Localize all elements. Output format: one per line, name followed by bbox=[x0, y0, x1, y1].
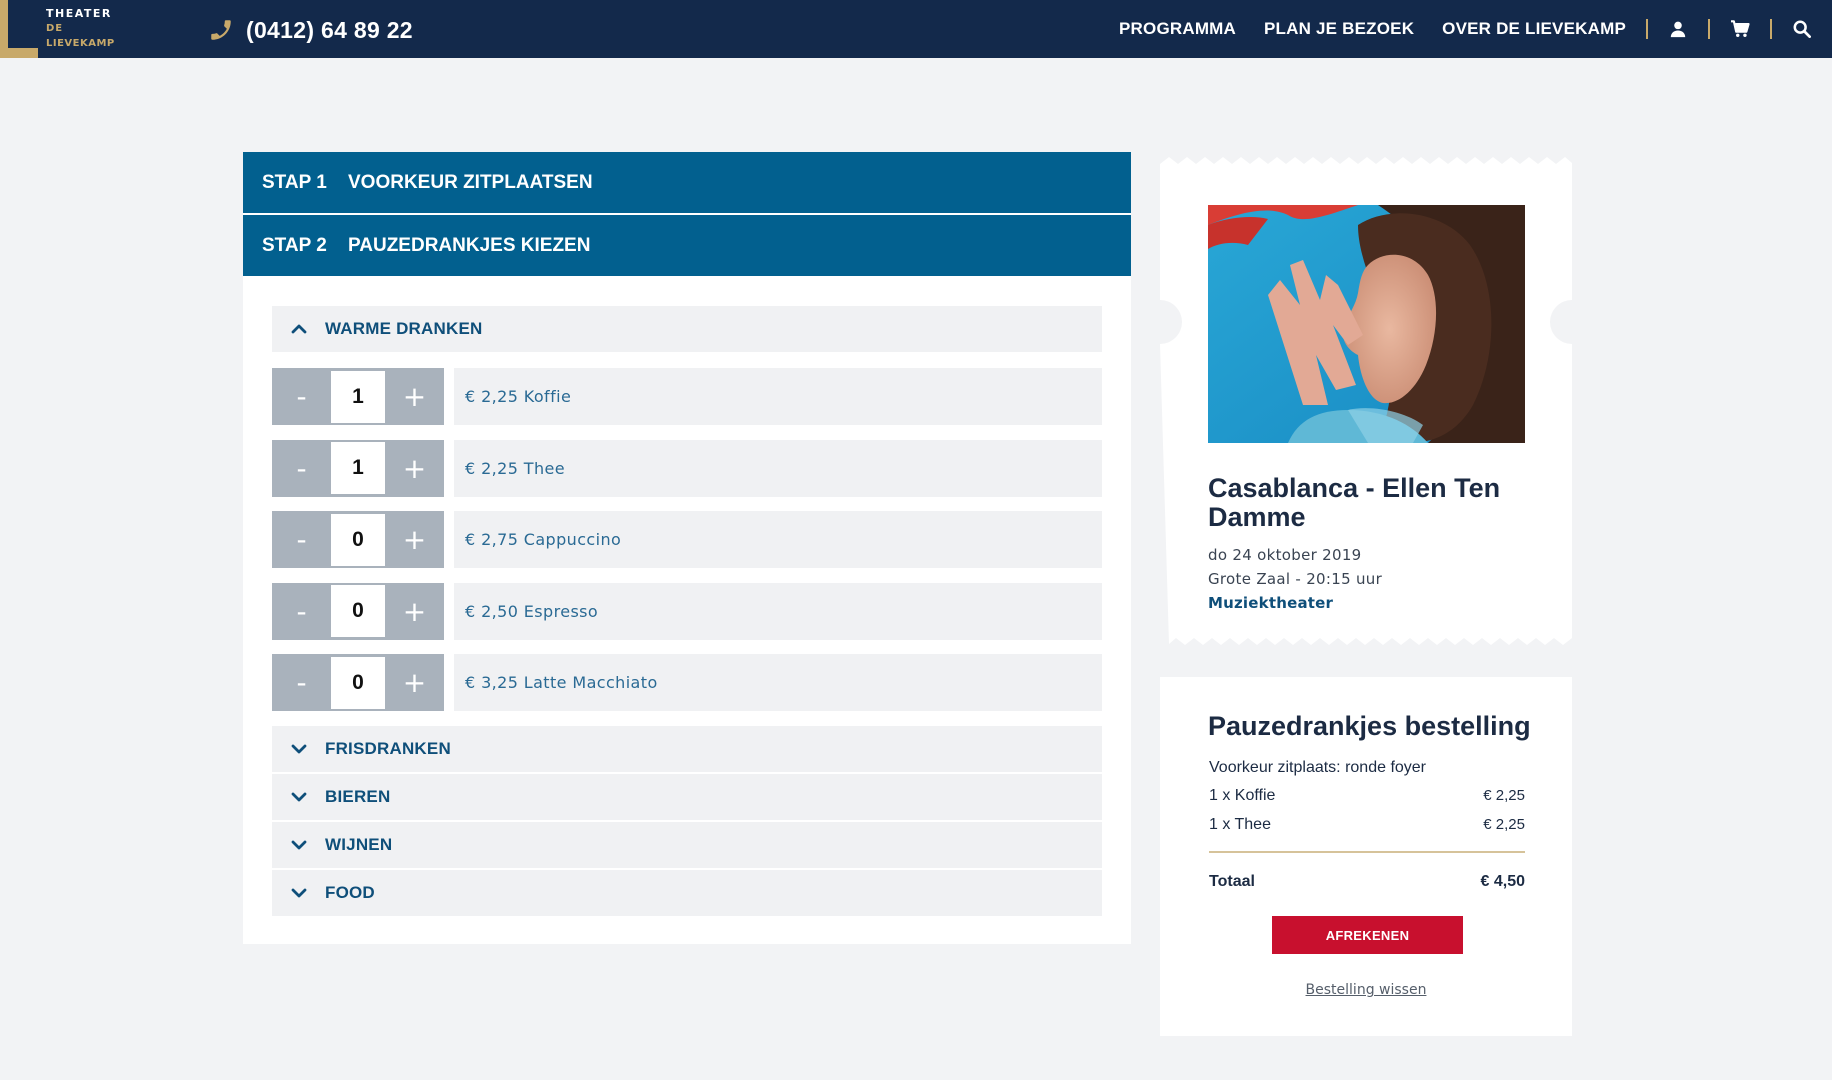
event-genre[interactable]: Muziektheater bbox=[1208, 594, 1333, 612]
quantity-field[interactable]: 1 bbox=[331, 442, 385, 494]
quantity-field[interactable]: 0 bbox=[331, 585, 385, 637]
drink-label: € 2,50 Espresso bbox=[454, 582, 1102, 640]
logo-line-1: THEATER bbox=[46, 7, 112, 20]
top-navigation-bar: THEATER DE LIEVEKAMP (0412) 64 89 22 PRO… bbox=[0, 0, 1832, 58]
step-number: STAP 1 bbox=[262, 171, 327, 193]
category-frisdranken[interactable]: FRISDRANKEN bbox=[272, 726, 1102, 772]
category-wijnen[interactable]: WIJNEN bbox=[272, 822, 1102, 868]
step-1-header[interactable]: STAP 1 VOORKEUR ZITPLAATSEN bbox=[243, 152, 1131, 213]
chevron-down-icon bbox=[291, 884, 309, 902]
drink-item-row: - 1 + € 2,25 Thee bbox=[272, 439, 1102, 497]
quantity-field[interactable]: 0 bbox=[331, 513, 385, 566]
event-ticket-card: Casablanca - Ellen Ten Damme do 24 oktob… bbox=[1160, 152, 1572, 650]
order-line-price: € 2,25 bbox=[1483, 787, 1525, 804]
order-line-price: € 2,25 bbox=[1483, 816, 1525, 833]
decrease-button[interactable]: - bbox=[272, 368, 331, 425]
event-venue: Grote Zaal - 20:15 uur bbox=[1208, 570, 1383, 588]
increase-button[interactable]: + bbox=[385, 440, 444, 497]
logo-line-3: LIEVEKAMP bbox=[46, 38, 115, 49]
category-warme-dranken[interactable]: WARME DRANKEN bbox=[272, 306, 1102, 352]
increase-button[interactable]: + bbox=[385, 583, 444, 640]
logo-line-2: DE bbox=[46, 23, 64, 34]
increase-button[interactable]: + bbox=[385, 654, 444, 711]
phone-icon bbox=[211, 20, 231, 40]
clear-order-link[interactable]: Bestelling wissen bbox=[1160, 982, 1572, 998]
order-line-label: 1 x Koffie bbox=[1209, 787, 1276, 804]
drink-item-row: - 0 + € 2,75 Cappuccino bbox=[272, 511, 1102, 568]
nav-programma[interactable]: PROGRAMMA bbox=[1119, 19, 1236, 39]
decrease-button[interactable]: - bbox=[272, 440, 331, 497]
order-line-label: 1 x Thee bbox=[1209, 816, 1271, 833]
theater-logo[interactable]: THEATER DE LIEVEKAMP bbox=[0, 0, 130, 58]
order-total: Totaal € 4,50 bbox=[1209, 873, 1525, 891]
category-food[interactable]: FOOD bbox=[272, 870, 1102, 916]
nav-divider bbox=[1646, 19, 1648, 39]
category-label: FOOD bbox=[325, 883, 375, 902]
drink-item-row: - 0 + € 2,50 Espresso bbox=[272, 582, 1102, 640]
seat-preference: Voorkeur zitplaats: ronde foyer bbox=[1209, 759, 1427, 776]
step-label: VOORKEUR ZITPLAATSEN bbox=[348, 171, 593, 193]
event-title: Casablanca - Ellen Ten Damme bbox=[1208, 473, 1501, 532]
drink-item-row: - 1 + € 2,25 Koffie bbox=[272, 368, 1102, 425]
increase-button[interactable]: + bbox=[385, 511, 444, 568]
cart-icon[interactable] bbox=[1730, 19, 1750, 39]
drink-item-row: - 0 + € 3,25 Latte Macchiato bbox=[272, 654, 1102, 711]
total-value: € 4,50 bbox=[1480, 873, 1525, 890]
category-label: WIJNEN bbox=[325, 835, 393, 854]
total-label: Totaal bbox=[1209, 873, 1255, 890]
category-label: FRISDRANKEN bbox=[325, 739, 451, 758]
increase-button[interactable]: + bbox=[385, 368, 444, 425]
category-bieren[interactable]: BIEREN bbox=[272, 774, 1102, 820]
quantity-field[interactable]: 1 bbox=[331, 370, 385, 423]
step-label: PAUZEDRANKJES KIEZEN bbox=[348, 234, 591, 256]
drink-label: € 2,25 Thee bbox=[454, 439, 1102, 497]
nav-plan-je-bezoek[interactable]: PLAN JE BEZOEK bbox=[1264, 19, 1414, 39]
phone-contact[interactable]: (0412) 64 89 22 bbox=[208, 16, 413, 44]
nav-divider bbox=[1708, 19, 1710, 39]
order-title: Pauzedrankjes bestelling bbox=[1208, 711, 1531, 741]
quantity-stepper: - 0 + bbox=[272, 511, 444, 568]
logo-wordmark: THEATER DE LIEVEKAMP bbox=[46, 6, 115, 51]
quantity-stepper: - 0 + bbox=[272, 582, 444, 640]
step-2-header[interactable]: STAP 2 PAUZEDRANKJES KIEZEN bbox=[243, 215, 1131, 276]
drink-label: € 2,25 Koffie bbox=[454, 368, 1102, 425]
quantity-stepper: - 0 + bbox=[272, 654, 444, 711]
nav-divider bbox=[1770, 19, 1772, 39]
chevron-down-icon bbox=[291, 788, 309, 806]
user-icon[interactable] bbox=[1668, 19, 1688, 39]
main-nav: PROGRAMMA PLAN JE BEZOEK OVER DE LIEVEKA… bbox=[1091, 0, 1832, 58]
decrease-button[interactable]: - bbox=[272, 654, 331, 711]
decrease-button[interactable]: - bbox=[272, 583, 331, 640]
quantity-field[interactable]: 0 bbox=[331, 656, 385, 709]
checkout-button[interactable]: AFREKENEN bbox=[1272, 916, 1463, 954]
event-date: do 24 oktober 2019 bbox=[1208, 546, 1362, 564]
portrait-image bbox=[1208, 205, 1525, 443]
nav-over-de-lievekamp[interactable]: OVER DE LIEVEKAMP bbox=[1442, 19, 1626, 39]
order-summary-card: Pauzedrankjes bestelling Voorkeur zitpla… bbox=[1160, 677, 1572, 1036]
order-line: 1 x Koffie € 2,25 bbox=[1209, 787, 1525, 805]
order-line: 1 x Thee € 2,25 bbox=[1209, 816, 1525, 834]
category-label: WARME DRANKEN bbox=[325, 319, 483, 338]
category-label: BIEREN bbox=[325, 787, 391, 806]
order-steps-panel: STAP 1 VOORKEUR ZITPLAATSEN STAP 2 PAUZE… bbox=[243, 152, 1131, 944]
chevron-down-icon bbox=[291, 740, 309, 758]
drinks-selection: WARME DRANKEN - 1 + € 2,25 Koffie - 1 + … bbox=[243, 276, 1131, 916]
quantity-stepper: - 1 + bbox=[272, 368, 444, 425]
drink-label: € 2,75 Cappuccino bbox=[454, 511, 1102, 568]
divider bbox=[1209, 851, 1525, 853]
logo-bracket-mark bbox=[0, 0, 40, 58]
chevron-up-icon bbox=[291, 320, 309, 338]
decrease-button[interactable]: - bbox=[272, 511, 331, 568]
search-icon[interactable] bbox=[1792, 19, 1812, 39]
quantity-stepper: - 1 + bbox=[272, 439, 444, 497]
step-number: STAP 2 bbox=[262, 234, 327, 256]
event-poster-image[interactable] bbox=[1208, 205, 1525, 443]
chevron-down-icon bbox=[291, 836, 309, 854]
phone-number: (0412) 64 89 22 bbox=[246, 16, 413, 43]
drink-label: € 3,25 Latte Macchiato bbox=[454, 654, 1102, 711]
